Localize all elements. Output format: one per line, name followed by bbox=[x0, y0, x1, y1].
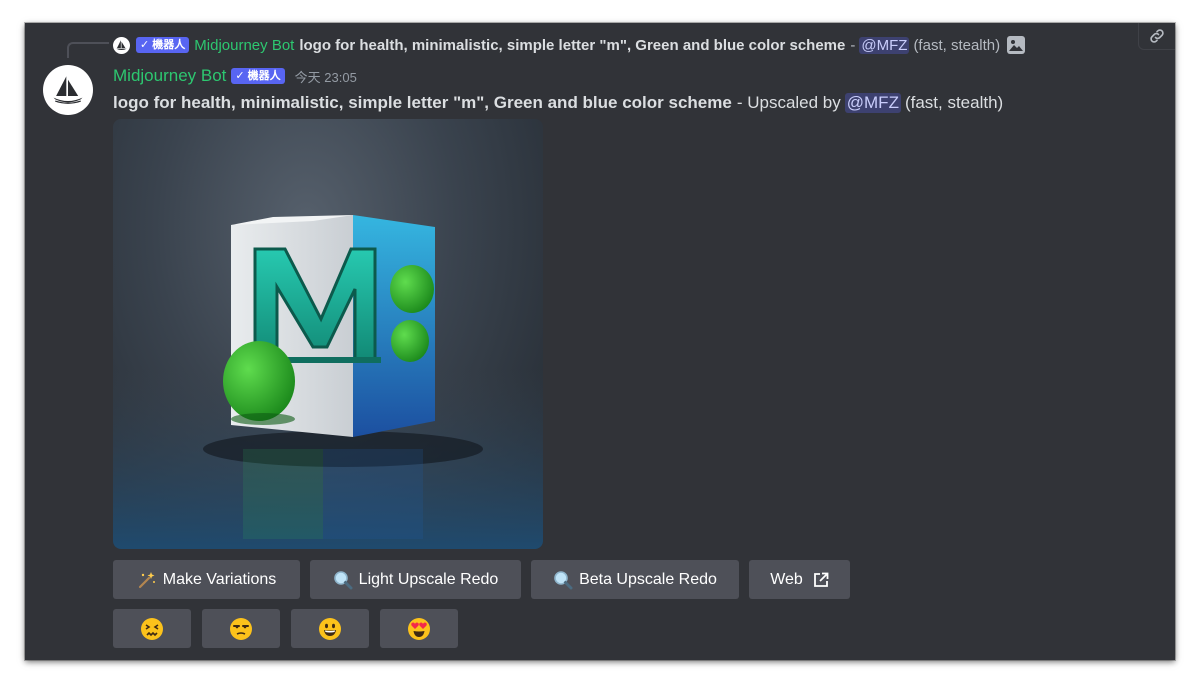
discord-message-window: ✓ 機器人 Midjourney Bot logo for health, mi… bbox=[25, 23, 1175, 660]
reply-reference[interactable]: ✓ 機器人 Midjourney Bot logo for health, mi… bbox=[113, 35, 1026, 55]
beta-upscale-redo-label: Beta Upscale Redo bbox=[579, 570, 717, 588]
web-label: Web bbox=[770, 570, 803, 588]
light-upscale-redo-label: Light Upscale Redo bbox=[358, 570, 499, 588]
upscaled-text: - Upscaled by bbox=[736, 93, 841, 112]
magic-wand-icon bbox=[137, 570, 157, 590]
message-suffix: (fast, stealth) bbox=[904, 93, 1004, 112]
confounded-face-icon bbox=[141, 617, 163, 640]
generated-image[interactable] bbox=[113, 119, 543, 549]
sailboat-icon bbox=[53, 76, 83, 104]
reply-connector bbox=[67, 42, 109, 58]
light-upscale-redo-button[interactable]: Light Upscale Redo bbox=[310, 560, 521, 599]
reaction-grinning-button[interactable] bbox=[291, 609, 369, 648]
message-prompt: logo for health, minimalistic, simple le… bbox=[113, 93, 732, 112]
message-header: Midjourney Bot ✓ 機器人 今天 23:05 bbox=[113, 65, 357, 87]
beta-upscale-redo-button[interactable]: Beta Upscale Redo bbox=[531, 560, 739, 599]
magnifier-icon bbox=[553, 570, 573, 590]
action-buttons: Make Variations Light Upscale Redo Beta … bbox=[113, 560, 850, 599]
reply-author[interactable]: Midjourney Bot bbox=[194, 37, 294, 54]
m-cube-logo-image bbox=[113, 215, 543, 549]
reply-prompt[interactable]: logo for health, minimalistic, simple le… bbox=[299, 37, 845, 54]
message-author[interactable]: Midjourney Bot bbox=[113, 66, 226, 86]
bot-tag: ✓ 機器人 bbox=[136, 37, 190, 53]
reply-suffix: (fast, stealth) bbox=[913, 36, 1001, 54]
make-variations-label: Make Variations bbox=[162, 570, 277, 588]
link-icon bbox=[1150, 29, 1164, 43]
message-timestamp: 今天 23:05 bbox=[294, 69, 357, 85]
message-content: logo for health, minimalistic, simple le… bbox=[113, 91, 1003, 115]
reaction-confounded-button[interactable] bbox=[113, 609, 191, 648]
bot-tag: ✓ 機器人 bbox=[231, 68, 285, 84]
reply-avatar[interactable] bbox=[113, 36, 130, 54]
sailboat-icon bbox=[116, 39, 127, 50]
copy-link-button[interactable] bbox=[1138, 23, 1175, 50]
magnifier-icon bbox=[333, 570, 353, 590]
reaction-heart-eyes-button[interactable] bbox=[380, 609, 458, 648]
heart-eyes-face-icon bbox=[408, 617, 430, 640]
message-mention[interactable]: @MFZ bbox=[844, 93, 901, 113]
bot-avatar[interactable] bbox=[43, 65, 93, 115]
unamused-face-icon bbox=[230, 617, 252, 640]
grinning-face-icon bbox=[319, 617, 341, 640]
reaction-unamused-button[interactable] bbox=[202, 609, 280, 648]
make-variations-button[interactable]: Make Variations bbox=[113, 560, 300, 599]
reply-mention[interactable]: @MFZ bbox=[859, 36, 910, 54]
image-icon bbox=[1007, 36, 1026, 54]
reaction-buttons bbox=[113, 609, 458, 648]
reply-dash: - bbox=[850, 36, 856, 54]
web-button[interactable]: Web bbox=[749, 560, 850, 599]
external-link-icon bbox=[813, 572, 829, 588]
